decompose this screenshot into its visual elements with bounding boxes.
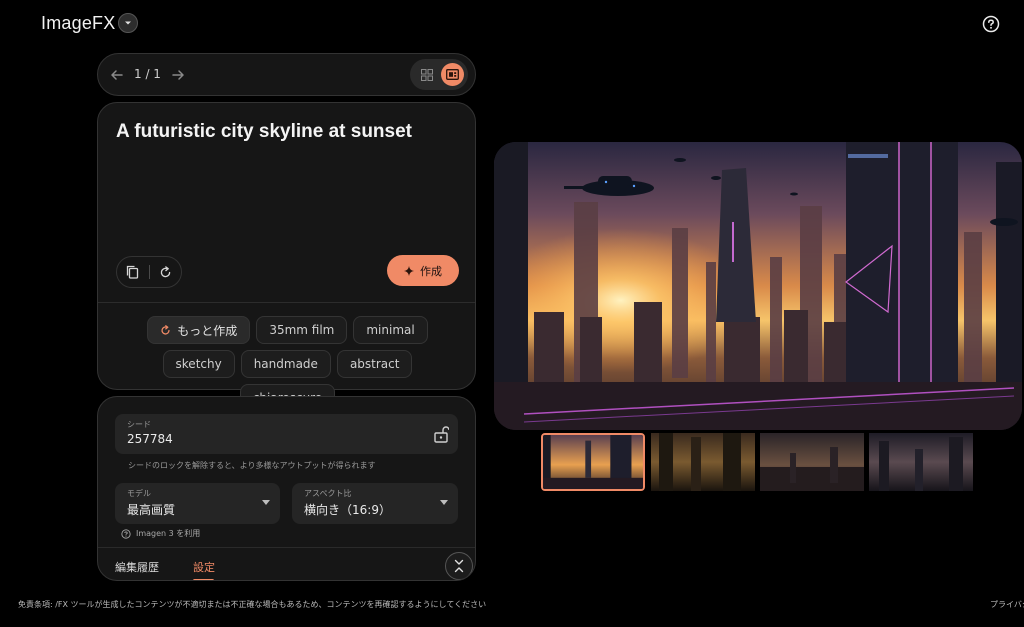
thumbnail-image xyxy=(869,433,973,491)
aspect-ratio-select[interactable]: アスペクト比 横向き（16:9） xyxy=(292,483,458,524)
arrow-left-icon[interactable] xyxy=(109,67,125,83)
style-chip[interactable]: sketchy xyxy=(162,350,235,378)
create-button[interactable]: 作成 xyxy=(387,255,459,286)
view-mode-toggle xyxy=(410,59,468,90)
help-circle-icon[interactable] xyxy=(121,528,131,539)
imagen-note-text: Imagen 3 を利用 xyxy=(136,529,201,538)
model-label: モデル xyxy=(127,489,151,498)
style-chip[interactable]: 35mm film xyxy=(256,316,348,344)
settings-panel: シード 257784 シードのロックを解除すると、より多様なアウトプットが得られ… xyxy=(97,396,476,581)
single-view-button[interactable] xyxy=(441,63,464,86)
seed-label: シード xyxy=(127,420,151,429)
dropdown-arrow-icon xyxy=(262,500,270,505)
help-circle-icon[interactable] xyxy=(982,15,1000,33)
copy-button[interactable] xyxy=(117,257,149,287)
dropdown-arrow-icon xyxy=(440,500,448,505)
style-chip[interactable]: abstract xyxy=(336,350,413,378)
thumbnail-image xyxy=(651,433,755,491)
thumbnail-image xyxy=(760,433,864,491)
settings-tabs: 編集履歴 設定 xyxy=(98,547,475,580)
image-pager: 1 / 1 xyxy=(97,53,476,96)
model-select[interactable]: モデル 最高画質 xyxy=(115,483,280,524)
aspect-value: 横向き（16:9） xyxy=(304,503,391,517)
more-create-label: もっと作成 xyxy=(177,323,238,338)
app-header: ImageFX xyxy=(0,0,1024,48)
thumbnail[interactable] xyxy=(541,433,645,491)
create-button-label: 作成 xyxy=(420,264,442,278)
prompt-tools xyxy=(116,256,182,288)
app-title: ImageFX xyxy=(41,13,116,33)
prompt-divider xyxy=(98,302,475,303)
seed-hint: シードのロックを解除すると、より多様なアウトプットが得られます xyxy=(128,461,376,470)
thumbnail[interactable] xyxy=(869,433,973,491)
aspect-label: アスペクト比 xyxy=(304,489,352,498)
thumbnail[interactable] xyxy=(760,433,864,491)
collapse-button[interactable] xyxy=(445,552,473,580)
sparkle-icon xyxy=(404,265,414,276)
disclaimer-text: 免責条項: /FX ツールが生成したコンテンツが不適切または不正確な場合もあるた… xyxy=(18,600,487,609)
seed-field[interactable]: シード 257784 xyxy=(115,414,458,454)
app-menu-button[interactable] xyxy=(118,13,138,33)
page-counter: 1 / 1 xyxy=(134,67,161,81)
arrow-right-icon[interactable] xyxy=(170,67,186,83)
refresh-icon xyxy=(160,265,170,277)
model-value: 最高画質 xyxy=(127,503,176,517)
thumbnail-image xyxy=(543,435,643,489)
city-skyline-image xyxy=(494,142,1022,430)
tab-history[interactable]: 編集履歴 xyxy=(115,559,159,575)
single-view-icon xyxy=(446,69,459,80)
thumbnail[interactable] xyxy=(651,433,755,491)
active-tab-indicator xyxy=(193,579,214,580)
grid-view-icon xyxy=(420,68,433,81)
tab-settings[interactable]: 設定 xyxy=(193,559,215,575)
imagen-note: Imagen 3 を利用 xyxy=(121,528,200,539)
more-create-chip[interactable]: もっと作成 xyxy=(147,316,251,344)
generated-image[interactable] xyxy=(494,142,1022,430)
style-chip[interactable]: minimal xyxy=(353,316,428,344)
chevron-down-icon xyxy=(125,21,131,25)
prompt-panel: A futuristic city skyline at sunset 作成 も… xyxy=(97,102,476,412)
copy-icon xyxy=(127,265,139,279)
seed-value[interactable]: 257784 xyxy=(127,432,173,446)
privacy-link[interactable]: プライバシー xyxy=(990,599,1024,610)
prompt-text[interactable]: A futuristic city skyline at sunset xyxy=(116,121,412,143)
thumbnail-strip xyxy=(541,433,973,492)
unlock-icon[interactable] xyxy=(433,425,449,443)
grid-view-button[interactable] xyxy=(415,63,438,86)
style-chip[interactable]: handmade xyxy=(240,350,331,378)
collapse-icon xyxy=(454,559,464,573)
reset-button[interactable] xyxy=(149,257,181,287)
refresh-icon xyxy=(161,324,170,335)
